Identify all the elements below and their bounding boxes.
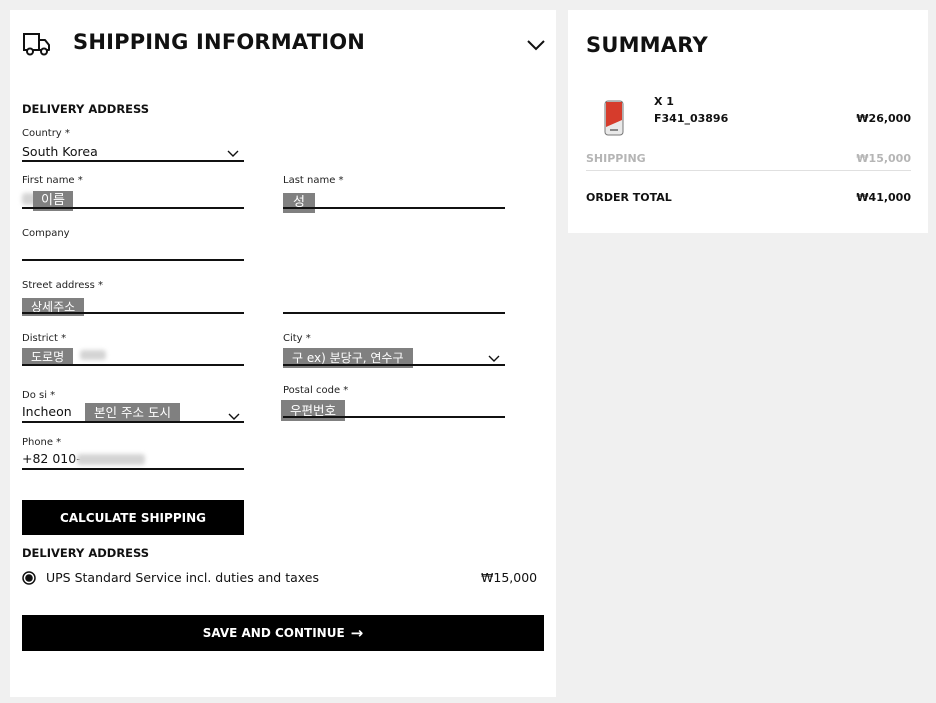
- save-and-continue-label: SAVE AND CONTINUE: [202, 626, 345, 640]
- summary-divider: [586, 170, 911, 171]
- do-si-overlay: 본인 주소 도시: [85, 403, 180, 423]
- delivery-address-heading: DELIVERY ADDRESS: [22, 102, 150, 116]
- do-si-underline: [22, 421, 244, 423]
- last-name-label: Last name *: [283, 175, 344, 186]
- summary-title: SUMMARY: [586, 33, 708, 57]
- phone-underline: [22, 468, 244, 470]
- street-address-2-input[interactable]: [283, 296, 505, 312]
- chevron-down-icon: [228, 406, 240, 420]
- collapse-chevron-icon[interactable]: [526, 37, 546, 51]
- company-underline: [22, 259, 244, 261]
- first-name-underline: [22, 207, 244, 209]
- chevron-down-icon: [227, 143, 239, 157]
- delivery-option[interactable]: UPS Standard Service incl. duties and ta…: [22, 570, 542, 588]
- street-address-2-underline: [283, 312, 505, 314]
- do-si-label: Do si *: [22, 390, 56, 401]
- item-sku: F341_03896: [654, 112, 729, 125]
- street-address-underline: [22, 312, 244, 314]
- shipping-panel: SHIPPING INFORMATION DELIVERY ADDRESS Co…: [10, 10, 556, 697]
- company-input[interactable]: [22, 242, 244, 260]
- redacted-text: [77, 454, 145, 465]
- district-label: District *: [22, 333, 67, 344]
- country-select[interactable]: South Korea: [22, 141, 244, 161]
- district-underline: [22, 364, 244, 366]
- summary-panel: SUMMARY X 1 F341_03896 ₩26,000 SHIPPING …: [568, 10, 928, 233]
- item-price: ₩26,000: [856, 112, 911, 125]
- chevron-down-icon: [488, 348, 500, 362]
- country-value: South Korea: [22, 144, 98, 159]
- arrow-right-icon: →: [350, 624, 364, 642]
- delivery-option-label: UPS Standard Service incl. duties and ta…: [46, 570, 319, 585]
- city-label: City *: [283, 333, 311, 344]
- street-address-label: Street address *: [22, 280, 104, 291]
- delivery-option-price: ₩15,000: [481, 570, 538, 585]
- last-name-input[interactable]: 성: [283, 193, 315, 213]
- shipping-value: ₩15,000: [856, 152, 911, 165]
- do-si-value[interactable]: Incheon: [22, 404, 72, 419]
- delivery-method-heading: DELIVERY ADDRESS: [22, 546, 150, 560]
- postal-code-underline: [283, 416, 505, 418]
- phone-label: Phone *: [22, 437, 62, 448]
- country-label: Country *: [22, 128, 70, 139]
- shipping-title: SHIPPING INFORMATION: [73, 30, 366, 54]
- truck-icon: [22, 31, 52, 57]
- postal-code-input[interactable]: 우편번호: [281, 400, 346, 421]
- country-underline: [22, 160, 244, 162]
- phone-prefix[interactable]: +82 010-: [22, 451, 81, 466]
- shipping-label: SHIPPING: [586, 152, 646, 165]
- first-name-label: First name *: [22, 175, 83, 186]
- redacted-text: [80, 350, 106, 360]
- company-label: Company: [22, 228, 70, 239]
- order-total-label: ORDER TOTAL: [586, 191, 672, 204]
- calculate-shipping-button[interactable]: CALCULATE SHIPPING: [22, 500, 244, 535]
- city-underline: [283, 364, 505, 366]
- radio-selected-icon[interactable]: [22, 570, 36, 585]
- order-total-value: ₩41,000: [856, 191, 911, 204]
- save-and-continue-button[interactable]: SAVE AND CONTINUE →: [22, 615, 544, 651]
- item-quantity: X 1: [654, 95, 674, 108]
- last-name-underline: [283, 207, 505, 209]
- postal-code-label: Postal code *: [283, 385, 349, 396]
- phone-case-icon: [604, 100, 624, 136]
